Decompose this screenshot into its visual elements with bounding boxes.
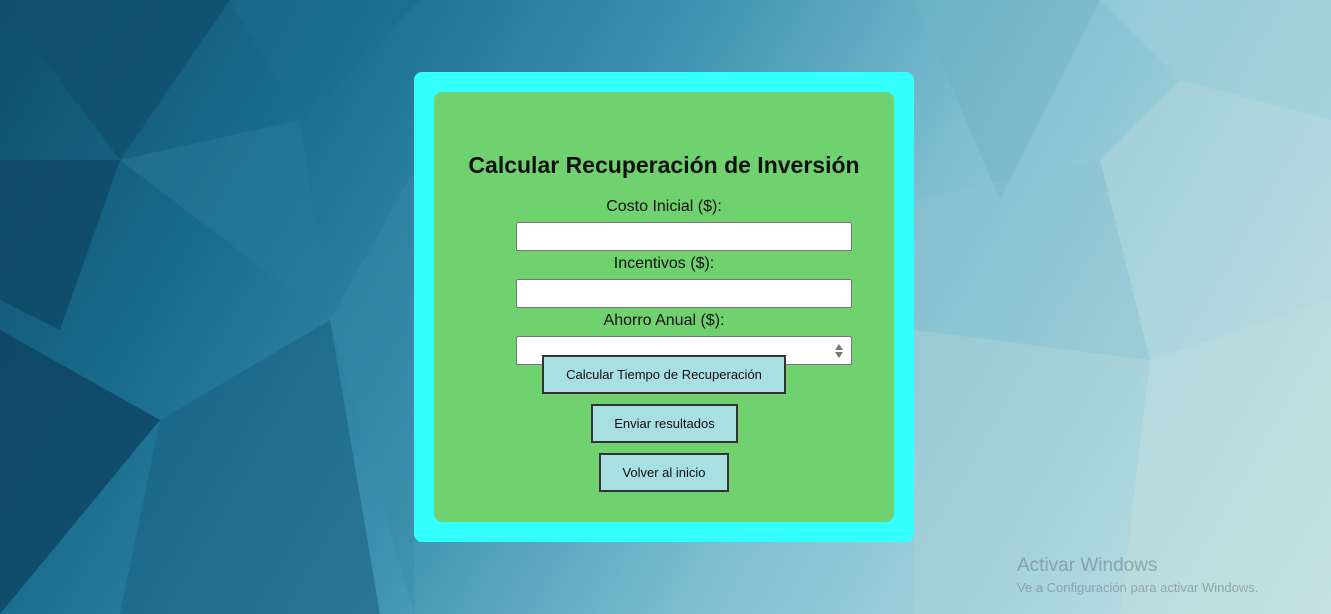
windows-activation-watermark: Activar Windows Ve a Configuración para … xyxy=(1017,555,1258,595)
initial-cost-input[interactable] xyxy=(516,222,852,251)
calculate-payback-button[interactable]: Calcular Tiempo de Recuperación xyxy=(542,355,786,394)
incentives-input[interactable] xyxy=(516,279,852,308)
number-spinner-icon[interactable] xyxy=(834,343,844,359)
back-home-button[interactable]: Volver al inicio xyxy=(599,453,729,492)
calculator-card: Calcular Recuperación de Inversión Costo… xyxy=(434,92,894,522)
watermark-title: Activar Windows xyxy=(1017,555,1158,576)
watermark-subtitle: Ve a Configuración para activar Windows. xyxy=(1017,580,1259,595)
form-title: Calcular Recuperación de Inversión xyxy=(468,152,860,178)
send-results-button[interactable]: Enviar resultados xyxy=(591,404,738,443)
incentives-label: Incentivos ($): xyxy=(613,255,715,272)
calculator-frame: Calcular Recuperación de Inversión Costo… xyxy=(414,72,914,542)
annual-savings-label: Ahorro Anual ($): xyxy=(603,312,725,329)
initial-cost-label: Costo Inicial ($): xyxy=(606,198,722,215)
